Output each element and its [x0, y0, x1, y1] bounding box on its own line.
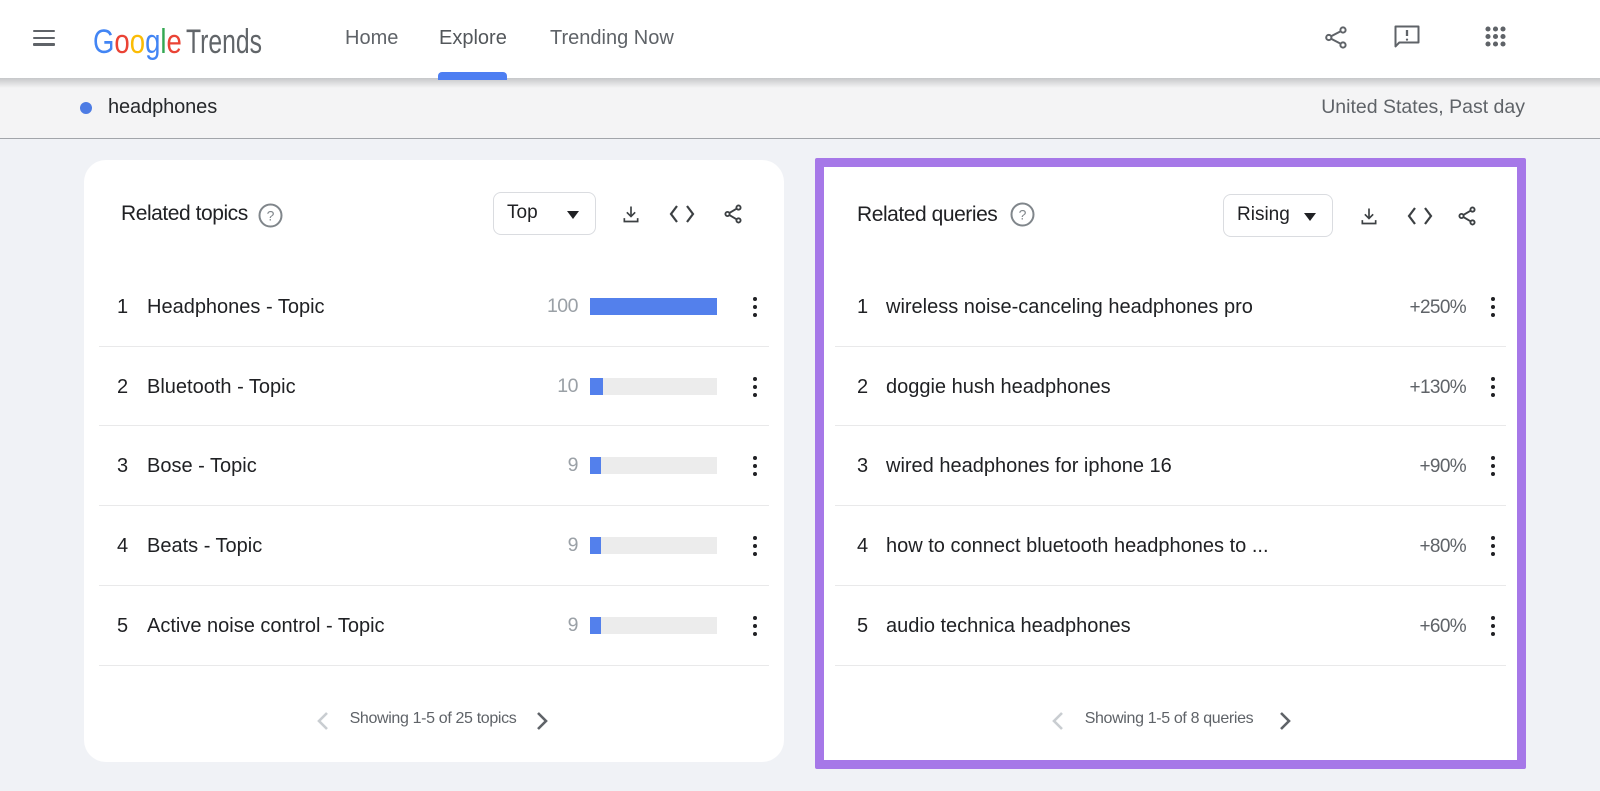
svg-text:?: ? — [1019, 207, 1027, 223]
svg-text:?: ? — [267, 208, 275, 224]
